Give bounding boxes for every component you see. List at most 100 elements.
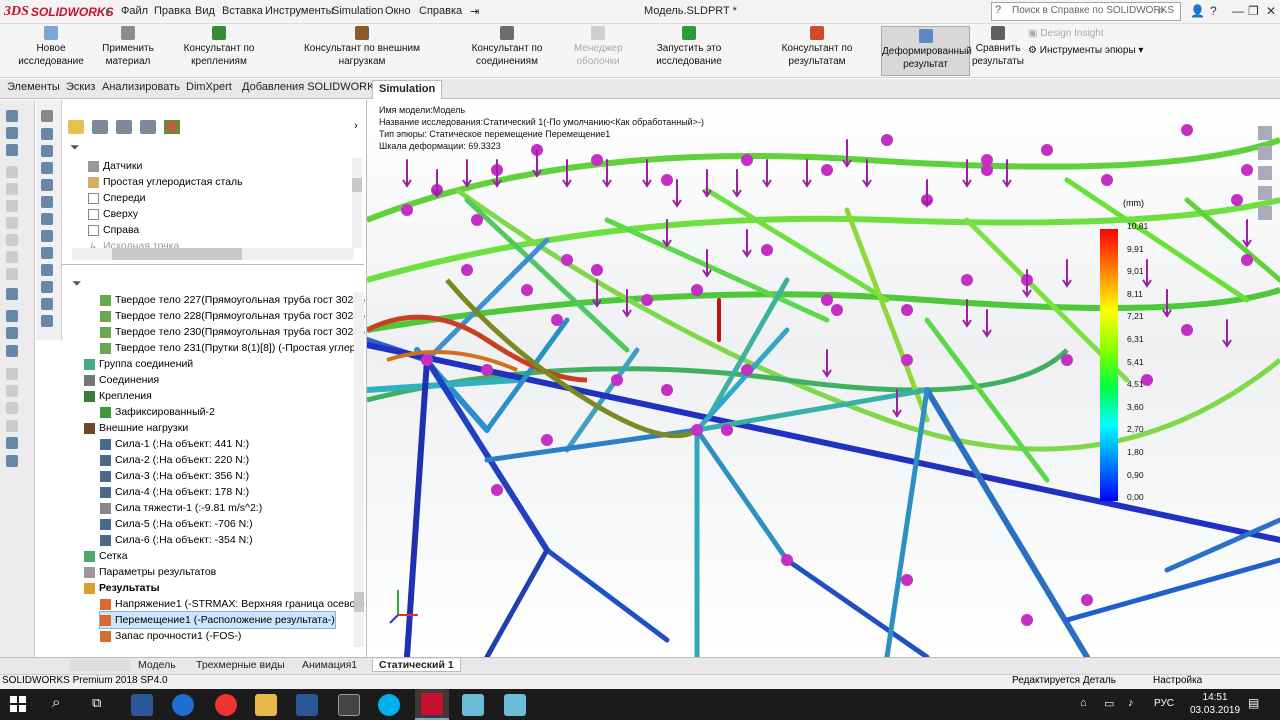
- feature-manager-tab-icon[interactable]: [68, 120, 84, 134]
- tree-item[interactable]: Твердое тело 228(Прямоугольная труба гос…: [100, 308, 365, 324]
- minimize-button[interactable]: —: [1232, 4, 1244, 18]
- tree-item[interactable]: Крепления: [84, 388, 152, 404]
- tree-item[interactable]: Сила-1 (:На объект: 441 N:): [100, 436, 249, 452]
- tool-icon-1[interactable]: [6, 110, 18, 122]
- tree-item[interactable]: Запас прочности1 (-FOS-): [100, 628, 241, 644]
- plot-tools-button[interactable]: ⚙ Инструменты эпюры ▾: [1028, 45, 1143, 56]
- design-insight-button[interactable]: ▣ Design Insight: [1028, 28, 1104, 39]
- skype-icon[interactable]: [378, 694, 400, 716]
- help-search-input[interactable]: Поиск в Справке по SOLIDWORKS: [991, 2, 1181, 21]
- tree-item-right-plane[interactable]: Справа: [88, 222, 139, 238]
- help-menu-icon[interactable]: ?: [1210, 4, 1217, 18]
- tab-dimxpert[interactable]: DimXpert: [182, 81, 236, 93]
- tool-icon-3[interactable]: [6, 144, 18, 156]
- tab-features[interactable]: Элементы: [3, 81, 64, 93]
- menu-file[interactable]: Файл: [121, 5, 148, 17]
- filter-icon-2[interactable]: ⏷: [72, 276, 82, 291]
- tree-scrollbar[interactable]: [354, 292, 364, 647]
- tool-icon-20[interactable]: [6, 455, 18, 467]
- sim-tool-icon-4[interactable]: [41, 179, 53, 191]
- tree-item-material[interactable]: Простая углеродистая сталь: [88, 174, 243, 190]
- start-button-icon[interactable]: [10, 696, 26, 712]
- compare-results-button[interactable]: Сравнить результаты: [972, 26, 1024, 68]
- connections-advisor-button[interactable]: Консультант по соединениям: [444, 26, 570, 68]
- tree-item[interactable]: Твердое тело 230(Прямоугольная труба гос…: [100, 324, 365, 340]
- menu-simulation[interactable]: Simulation: [332, 5, 383, 17]
- restore-button[interactable]: ❐: [1248, 4, 1259, 18]
- app-taskbar-icon-1[interactable]: [462, 694, 484, 716]
- tree-item[interactable]: Напряжение1 (-STRMAX: Верхняя граница ос…: [100, 596, 365, 612]
- file-explorer-taskbar-icon[interactable]: [255, 694, 277, 716]
- shell-manager-button[interactable]: Менеджер оболочки: [574, 26, 623, 68]
- sim-tool-icon-11[interactable]: [41, 298, 53, 310]
- tree-item-origin[interactable]: ↳ Исходная точка: [88, 238, 179, 248]
- sim-tool-icon-5[interactable]: [41, 196, 53, 208]
- fixtures-advisor-button[interactable]: Консультант по креплениям: [158, 26, 280, 68]
- tab-scroll-buttons[interactable]: [70, 659, 130, 671]
- tool-icon-6[interactable]: [6, 200, 18, 212]
- tree-item[interactable]: Сила-4 (:На объект: 178 N:): [100, 484, 249, 500]
- resources-icon[interactable]: [1258, 126, 1272, 140]
- file-explorer-icon[interactable]: [1258, 166, 1272, 180]
- tree-item[interactable]: Сила тяжести-1 (:-9.81 m/s^2:): [100, 500, 262, 516]
- dimxpert-tab-icon[interactable]: [140, 120, 156, 134]
- yandex-icon[interactable]: [215, 694, 237, 716]
- sim-tool-icon-8[interactable]: [41, 247, 53, 259]
- menu-help[interactable]: Справка: [419, 5, 462, 17]
- tree-item[interactable]: Внешние нагрузки: [84, 420, 188, 436]
- volume-icon[interactable]: ♪: [1128, 697, 1134, 709]
- tree-splitter[interactable]: [62, 264, 364, 265]
- legend-color-bar[interactable]: [1100, 229, 1118, 501]
- tree-item[interactable]: Сила-2 (:На объект: 220 N:): [100, 452, 249, 468]
- app-taskbar-icon-2[interactable]: [504, 694, 526, 716]
- tree-item[interactable]: Сила-5 (:На объект: -706 N:): [100, 516, 253, 532]
- tab-addins[interactable]: Добавления SOLIDWORKS: [238, 81, 386, 93]
- sim-tool-icon-2[interactable]: [41, 145, 53, 157]
- word-icon[interactable]: [296, 694, 318, 716]
- tree-item[interactable]: Соединения: [84, 372, 159, 388]
- chevron-right-icon[interactable]: ›: [354, 120, 358, 132]
- tab-sketch[interactable]: Эскиз: [62, 81, 99, 93]
- calculator-icon[interactable]: [338, 694, 360, 716]
- tab-simulation[interactable]: Simulation: [372, 80, 443, 99]
- tool-icon-14[interactable]: [6, 345, 18, 357]
- edge-icon[interactable]: [172, 694, 194, 716]
- menu-edit[interactable]: Правка: [154, 5, 191, 17]
- solidworks-taskbar-button[interactable]: [415, 689, 449, 720]
- tool-icon-7[interactable]: [6, 217, 18, 229]
- filter-icon[interactable]: ⏷: [70, 140, 80, 155]
- pin-icon[interactable]: ⇥: [470, 5, 479, 18]
- tab-evaluate[interactable]: Анализировать: [98, 81, 184, 93]
- tree-item[interactable]: Сила-3 (:На объект: 356 N:): [100, 468, 249, 484]
- solidworks-logo[interactable]: 3DS SOLIDWORKS: [4, 3, 114, 21]
- menu-tools[interactable]: Инструменты: [265, 5, 334, 17]
- display-manager-tab-icon[interactable]: [164, 120, 180, 134]
- tab-animation[interactable]: Анимация1: [302, 659, 357, 671]
- apply-material-button[interactable]: Применить материал: [102, 26, 154, 68]
- search-icon[interactable]: ⌕: [1158, 3, 1165, 18]
- input-language[interactable]: РУС: [1154, 698, 1174, 709]
- tree-item[interactable]: Зафиксированный-2: [100, 404, 215, 420]
- sim-tool-icon-9[interactable]: [41, 264, 53, 276]
- tool-icon-8[interactable]: [6, 234, 18, 246]
- tree-item[interactable]: Группа соединений: [84, 356, 193, 372]
- tool-icon-11[interactable]: [6, 288, 18, 300]
- tree-item[interactable]: Сила-6 (:На объект: -354 N:): [100, 532, 253, 548]
- tab-model[interactable]: Модель: [138, 659, 176, 671]
- tree-item-top-plane[interactable]: Сверху: [88, 206, 138, 222]
- tool-icon-4[interactable]: [6, 166, 18, 178]
- sim-tool-icon-12[interactable]: [41, 315, 53, 327]
- tree-item[interactable]: Результаты: [84, 580, 160, 596]
- store-icon[interactable]: [131, 694, 153, 716]
- new-study-button[interactable]: Новое исследование: [6, 26, 96, 68]
- sim-tool-icon-6[interactable]: [41, 213, 53, 225]
- tool-icon-5[interactable]: [6, 183, 18, 195]
- sim-tool-icon-3[interactable]: [41, 162, 53, 174]
- sim-tool-icon-1[interactable]: [41, 128, 53, 140]
- loads-advisor-button[interactable]: Консультант по внешним нагрузкам: [284, 26, 440, 68]
- appearances-icon[interactable]: [1258, 206, 1272, 220]
- notifications-icon[interactable]: ▤: [1248, 696, 1259, 710]
- config-manager-tab-icon[interactable]: [116, 120, 132, 134]
- tool-icon-19[interactable]: [6, 437, 18, 449]
- task-view-icon[interactable]: ⧉: [92, 695, 101, 711]
